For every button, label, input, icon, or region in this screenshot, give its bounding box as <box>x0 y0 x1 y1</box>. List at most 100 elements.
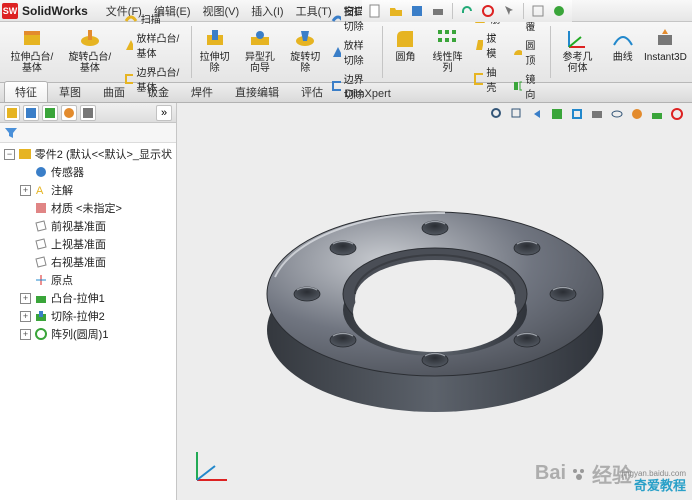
tree-root[interactable]: − 零件2 (默认<<默认>_显示状 <box>2 145 174 163</box>
tree-annotations-label: 注解 <box>51 182 73 198</box>
ribbon-toolbar: 拉伸凸台/基体 旋转凸台/基体 扫描 放样凸台/基体 边界凸台/基体 拉伸切除 … <box>0 22 692 83</box>
expand-icon[interactable]: + <box>20 293 31 304</box>
view-settings-icon[interactable] <box>668 105 686 123</box>
ref-geometry-button[interactable]: 参考几何体 <box>554 24 601 80</box>
tree-front-plane-label: 前视基准面 <box>51 218 106 234</box>
revolve-boss-label: 旋转凸台/基体 <box>67 52 113 74</box>
section-view-icon[interactable] <box>548 105 566 123</box>
fillet-label: 圆角 <box>395 52 415 63</box>
plane-icon <box>34 219 48 233</box>
cut-feature-icon <box>34 309 48 323</box>
save-icon[interactable] <box>408 2 426 20</box>
property-manager-tab-icon[interactable] <box>23 105 39 121</box>
part-icon <box>18 147 32 161</box>
tab-sheetmetal[interactable]: 钣金 <box>136 81 180 102</box>
edit-appearance-icon[interactable] <box>628 105 646 123</box>
menu-insert[interactable]: 插入(I) <box>245 1 289 21</box>
options-icon[interactable] <box>529 2 547 20</box>
extrude-cut-button[interactable]: 拉伸切除 <box>195 24 235 80</box>
configuration-tab-icon[interactable] <box>42 105 58 121</box>
loft-cut-label: 放样切除 <box>344 37 371 67</box>
paw-icon <box>570 465 588 483</box>
draft-label: 拔模 <box>486 30 500 60</box>
tree-sensors[interactable]: 传感器 <box>2 163 174 181</box>
tree-cut2[interactable]: + 切除-拉伸2 <box>2 307 174 325</box>
previous-view-icon[interactable] <box>528 105 546 123</box>
tree-pattern1[interactable]: + 阵列(圆周)1 <box>2 325 174 343</box>
graphics-viewport[interactable]: Bai 经验 jingyan.baidu.com 奇爱教程 <box>177 103 692 500</box>
feature-tree-tab-icon[interactable] <box>4 105 20 121</box>
feature-tree: − 零件2 (默认<<默认>_显示状 传感器 +A 注解 材质 <未指定> 前视… <box>0 143 176 500</box>
loft-boss-button[interactable]: 放样凸台/基体 <box>120 28 184 62</box>
display-tab-icon[interactable] <box>80 105 96 121</box>
sweep-button[interactable]: 扫描 <box>120 9 184 28</box>
tree-annotations[interactable]: +A 注解 <box>2 181 174 199</box>
tab-evaluate[interactable]: 评估 <box>290 81 334 102</box>
loft-cut-button[interactable]: 放样切除 <box>327 35 375 69</box>
hole-wizard-label: 异型孔向导 <box>242 52 279 74</box>
ref-geometry-label: 参考几何体 <box>559 52 596 74</box>
new-file-icon[interactable] <box>366 2 384 20</box>
brand-watermark: 奇爱教程 <box>634 475 686 494</box>
hole-wizard-button[interactable]: 异型孔向导 <box>237 24 284 80</box>
tab-dimxpert[interactable]: DimXpert <box>334 85 402 102</box>
tree-front-plane[interactable]: 前视基准面 <box>2 217 174 235</box>
linear-pattern-button[interactable]: 线性阵列 <box>427 24 467 80</box>
tab-features[interactable]: 特征 <box>4 81 48 102</box>
sensors-icon <box>34 165 48 179</box>
instant3d-label: Instant3D <box>644 52 687 63</box>
heads-up-view-toolbar <box>488 105 686 123</box>
zoom-fit-icon[interactable] <box>488 105 506 123</box>
tree-cut2-label: 切除-拉伸2 <box>51 308 105 324</box>
select-icon[interactable] <box>500 2 518 20</box>
tree-right-plane-label: 右视基准面 <box>51 254 106 270</box>
view-orientation-icon[interactable] <box>568 105 586 123</box>
expand-icon[interactable]: + <box>20 329 31 340</box>
panel-tabs: » <box>0 103 176 123</box>
print-icon[interactable] <box>429 2 447 20</box>
draft-button[interactable]: 拔模 <box>469 28 504 62</box>
rebuild-icon[interactable] <box>479 2 497 20</box>
mirror-button[interactable]: 镜向 <box>508 69 543 103</box>
separator <box>523 3 524 19</box>
annotations-icon: A <box>34 183 48 197</box>
panel-expand-icon[interactable]: » <box>156 105 172 121</box>
undo-icon[interactable] <box>458 2 476 20</box>
shell-button[interactable]: 抽壳 <box>469 62 504 96</box>
baidu-watermark: Bai 经验 <box>535 459 632 488</box>
collapse-icon[interactable]: − <box>4 149 15 160</box>
tree-origin-label: 原点 <box>51 272 73 288</box>
tab-direct-edit[interactable]: 直接编辑 <box>224 81 290 102</box>
help-icon[interactable] <box>550 2 568 20</box>
open-file-icon[interactable] <box>387 2 405 20</box>
tab-surfaces[interactable]: 曲面 <box>92 81 136 102</box>
dimxpert-tab-icon[interactable] <box>61 105 77 121</box>
tree-extrude1[interactable]: + 凸台-拉伸1 <box>2 289 174 307</box>
tree-origin[interactable]: 原点 <box>2 271 174 289</box>
circular-pattern-icon <box>34 327 48 341</box>
expand-icon[interactable]: + <box>20 311 31 322</box>
zoom-area-icon[interactable] <box>508 105 526 123</box>
extrude-boss-button[interactable]: 拉伸凸台/基体 <box>4 24 60 80</box>
plane-icon <box>34 237 48 251</box>
tree-material[interactable]: 材质 <未指定> <box>2 199 174 217</box>
tab-weldments[interactable]: 焊件 <box>180 81 224 102</box>
tree-right-plane[interactable]: 右视基准面 <box>2 253 174 271</box>
fillet-button[interactable]: 圆角 <box>385 24 425 80</box>
filter-icon[interactable] <box>4 126 18 140</box>
revolve-cut-button[interactable]: 旋转切除 <box>285 24 325 80</box>
display-style-icon[interactable] <box>588 105 606 123</box>
tab-sketch[interactable]: 草图 <box>48 81 92 102</box>
menu-view[interactable]: 视图(V) <box>197 1 246 21</box>
command-manager-tabs: 特征 草图 曲面 钣金 焊件 直接编辑 评估 DimXpert <box>0 83 692 103</box>
instant3d-button[interactable]: Instant3D <box>645 24 686 80</box>
dome-button[interactable]: 圆顶 <box>508 35 543 69</box>
orientation-triad-icon[interactable] <box>187 442 235 490</box>
hide-show-icon[interactable] <box>608 105 626 123</box>
curves-button[interactable]: 曲线 <box>603 24 643 80</box>
revolve-boss-button[interactable]: 旋转凸台/基体 <box>62 24 118 80</box>
apply-scene-icon[interactable] <box>648 105 666 123</box>
expand-icon[interactable]: + <box>20 185 31 196</box>
tree-top-plane[interactable]: 上视基准面 <box>2 235 174 253</box>
separator <box>382 26 383 78</box>
